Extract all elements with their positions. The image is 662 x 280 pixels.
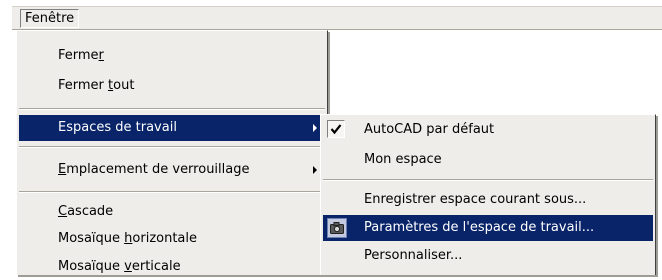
menu-fenetre-label: Fenêtre (25, 11, 75, 26)
menu-bar: Fenêtre (12, 6, 662, 30)
submenu-item-parametres-label: Paramètres de l'espace de travail... (364, 220, 595, 235)
menu-item-cascade[interactable]: Cascade (19, 199, 325, 225)
submenu-item-mon-espace[interactable]: Mon espace (323, 147, 653, 173)
fenetre-dropdown-menu: Fermer Fermer tout Espaces de travail Em… (16, 30, 328, 275)
submenu-item-autocad-par-defaut[interactable]: AutoCAD par défaut (323, 117, 653, 143)
menu-item-mosaique-horizontale[interactable]: Mosaïque horizontale (19, 226, 325, 252)
menu-fenetre[interactable]: Fenêtre (20, 9, 80, 28)
menu-item-fermer-tout-text: Fermer tout (58, 78, 135, 93)
menu-item-emplacement-de-verrouillage[interactable]: Emplacement de verrouillage (19, 157, 325, 183)
submenu-item-personnaliser[interactable]: Personnaliser... (323, 243, 653, 269)
menu-separator (19, 146, 325, 148)
submenu-item-autocad-label: AutoCAD par défaut (364, 122, 495, 137)
menu-item-espaces-de-travail-label: Espaces de travail (58, 120, 177, 135)
menu-item-fermer[interactable]: Fermer (19, 43, 325, 69)
submenu-item-mon-espace-label: Mon espace (364, 152, 442, 167)
menu-item-fermer-text: Fermer (58, 48, 104, 63)
submenu-item-personnaliser-label: Personnaliser... (364, 248, 463, 263)
menu-item-cascade-text: Cascade (58, 204, 114, 219)
submenu-arrow-icon (313, 166, 317, 174)
espaces-de-travail-submenu: AutoCAD par défaut Mon espace Enregistre… (320, 114, 656, 275)
submenu-item-enregistrer-espace[interactable]: Enregistrer espace courant sous... (323, 187, 653, 213)
menu-item-mosaique-verticale[interactable]: Mosaïque verticale (19, 254, 325, 280)
menu-separator (19, 108, 325, 110)
menu-item-mosaique-horizontale-text: Mosaïque horizontale (58, 231, 198, 246)
checkmark-icon (327, 120, 345, 138)
menu-item-espaces-de-travail[interactable]: Espaces de travail (19, 115, 325, 141)
menu-item-emplacement-text: Emplacement de verrouillage (58, 162, 250, 177)
menu-item-mosaique-verticale-text: Mosaïque verticale (58, 259, 181, 274)
submenu-arrow-icon (313, 124, 317, 132)
menu-item-fermer-tout[interactable]: Fermer tout (19, 73, 325, 99)
camera-icon (327, 218, 347, 238)
submenu-item-enregistrer-label: Enregistrer espace courant sous... (364, 192, 587, 207)
submenu-item-parametres-espace[interactable]: Paramètres de l'espace de travail... (323, 215, 653, 241)
menu-separator (19, 191, 325, 193)
submenu-separator (323, 179, 653, 181)
